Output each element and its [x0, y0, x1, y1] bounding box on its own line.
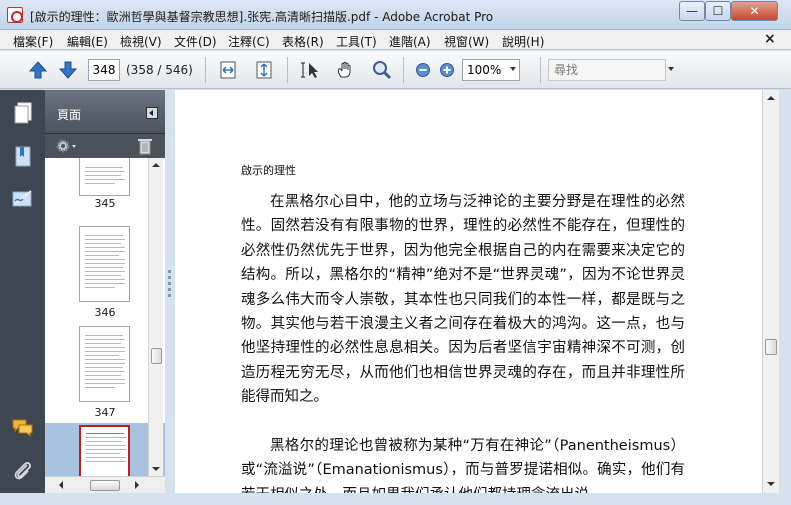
pages-panel-header: 頁面 [45, 90, 165, 134]
menu-bar: 檔案(F) 編輯(E) 檢視(V) 文件(D) 注釋(C) 表格(R) 工具(T… [0, 30, 791, 50]
page-thumbnails: 345 346 347 [45, 158, 165, 476]
thumbnail-label: 346 [94, 306, 116, 319]
scrollbar-thumb[interactable] [151, 348, 162, 364]
bookmarks-icon[interactable] [10, 144, 36, 170]
page-thumbnail[interactable] [79, 226, 130, 302]
menu-view[interactable]: 檢視(V) [120, 33, 162, 50]
fit-width-icon[interactable] [217, 59, 239, 81]
menu-advanced[interactable]: 進階(A) [389, 33, 431, 50]
scrollbar-thumb[interactable] [765, 339, 777, 355]
toolbar-separator [205, 57, 206, 83]
scrollbar-thumb[interactable] [90, 480, 120, 491]
window-bottom-edge [0, 493, 791, 505]
navigation-pane-strip [0, 90, 45, 493]
pages-panel: 頁面 345 346 347 [45, 90, 165, 493]
page-number-input[interactable]: 348 [88, 59, 120, 81]
paragraph: 黑格尔的理论也曾被称为某种“万有在神论”（Panentheismus）或“流溢说… [241, 438, 685, 493]
document-view[interactable]: 啟示的理性 在黑格尔心目中，他的立场与泛神论的主要分野是在理性的必然性。固然若没… [175, 90, 762, 493]
toolbar-separator [403, 57, 404, 83]
page-count: (358 / 546) [126, 63, 193, 77]
zoom-in-icon[interactable] [436, 59, 458, 81]
thumbnails-horizontal-scrollbar[interactable] [45, 476, 165, 493]
menu-tools[interactable]: 工具(T) [336, 33, 377, 50]
zoom-tool-icon[interactable] [371, 59, 393, 81]
pages-panel-title: 頁面 [57, 108, 82, 122]
toolbar-separator [540, 57, 541, 83]
panel-splitter[interactable] [165, 90, 175, 493]
select-tool-icon[interactable] [300, 59, 322, 81]
attachments-icon[interactable] [10, 458, 36, 484]
menu-edit[interactable]: 編輯(E) [67, 33, 108, 50]
options-gear-icon[interactable] [55, 137, 79, 158]
pages-icon[interactable] [10, 100, 36, 126]
search-dropdown-icon[interactable] [668, 67, 674, 71]
comments-icon[interactable] [10, 415, 36, 441]
signatures-icon[interactable] [10, 186, 36, 212]
page-thumbnail[interactable] [79, 326, 130, 402]
thumbnails-vertical-scrollbar[interactable] [148, 158, 163, 476]
thumbnail-label: 347 [94, 406, 116, 419]
menu-file[interactable]: 檔案(F) [13, 33, 53, 50]
close-button[interactable]: ✕ [731, 1, 778, 21]
collapse-panel-button[interactable] [146, 107, 158, 119]
thumbnail-label: 345 [94, 197, 116, 210]
menu-forms[interactable]: 表格(R) [282, 33, 324, 50]
page-thumbnail[interactable] [79, 158, 130, 196]
hand-tool-icon[interactable] [334, 59, 356, 81]
pages-panel-toolbar [45, 134, 165, 158]
minimize-button[interactable]: — [679, 1, 705, 21]
toolbar-separator [287, 57, 288, 83]
title-bar: [啟示的理性：歐洲哲學與基督宗教思想].张宪.高清晰扫描版.pdf - Adob… [0, 0, 791, 30]
window-title: [啟示的理性：歐洲哲學與基督宗教思想].张宪.高清晰扫描版.pdf - Adob… [30, 10, 494, 24]
search-input[interactable]: 尋找 [548, 59, 666, 81]
zoom-out-icon[interactable] [412, 59, 434, 81]
menu-help[interactable]: 說明(H) [502, 33, 544, 50]
acrobat-app-icon [7, 7, 23, 23]
maximize-button[interactable]: ☐ [705, 1, 731, 21]
menu-window[interactable]: 視窗(W) [444, 33, 489, 50]
toolbar: 348 (358 / 546) 100% 尋找 [0, 51, 791, 89]
menu-comments[interactable]: 注釋(C) [228, 33, 270, 50]
next-page-icon[interactable] [57, 59, 79, 81]
previous-page-icon[interactable] [27, 59, 49, 81]
menu-document[interactable]: 文件(D) [174, 33, 217, 50]
document-vertical-scrollbar[interactable] [762, 90, 779, 493]
page-thumbnail-selected[interactable] [79, 425, 130, 476]
paragraph: 在黑格尔心目中，他的立场与泛神论的主要分野是在理性的必然性。固然若没有有限事物的… [241, 194, 685, 406]
running-header: 啟示的理性 [241, 164, 296, 177]
zoom-dropdown-icon[interactable] [510, 67, 516, 71]
trash-icon[interactable] [137, 137, 153, 158]
close-document-button[interactable]: × [764, 31, 776, 47]
fit-page-icon[interactable] [253, 59, 275, 81]
